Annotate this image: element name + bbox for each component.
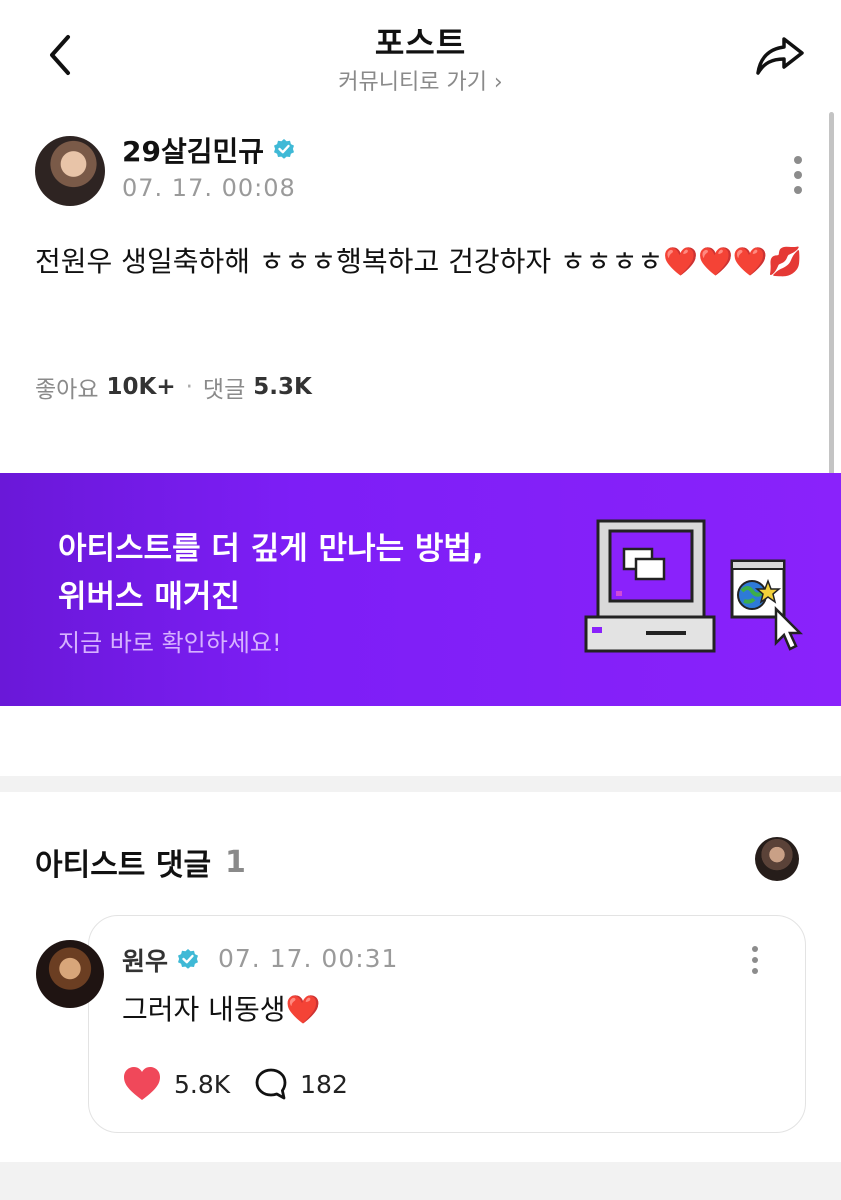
magazine-banner[interactable]: 아티스트를 더 깊게 만나는 방법, 위버스 매거진 지금 바로 확인하세요! (0, 473, 841, 706)
more-dot (752, 957, 758, 963)
comment-author-row[interactable]: 원우 (122, 942, 200, 978)
comment-author-avatar[interactable] (36, 940, 104, 1008)
more-vertical-icon (752, 946, 758, 952)
banner-headline-line1: 아티스트를 더 깊게 만나는 방법, (58, 531, 484, 567)
comments-count[interactable]: 5.3K (253, 374, 312, 400)
more-dot (794, 171, 802, 179)
artist-comments-title: 아티스트 댓글 (35, 848, 212, 883)
author-name-row[interactable]: 29살김민규 (122, 130, 296, 170)
more-dot (794, 186, 802, 194)
post-timestamp: 07. 17. 00:08 (122, 174, 296, 202)
heart-icon[interactable] (122, 1066, 162, 1102)
page-title: 포스트 (374, 24, 467, 62)
comment-more-button[interactable] (743, 946, 767, 974)
comment-like-count: 5.8K (174, 1069, 231, 1099)
more-dot (752, 968, 758, 974)
section-divider (0, 776, 841, 792)
more-vertical-icon (794, 156, 802, 164)
verified-badge-icon (274, 139, 295, 159)
community-link[interactable]: 커뮤니티로 가기 › (0, 64, 841, 96)
artist-comments-header: 아티스트 댓글 1 (35, 840, 246, 884)
likes-count: 10K+ (106, 374, 176, 400)
retro-computer-illustration (584, 519, 804, 653)
comment-timestamp: 07. 17. 00:31 (218, 944, 399, 973)
comment-bubble-icon[interactable] (254, 1067, 288, 1101)
comment-reply-count: 182 (300, 1069, 348, 1099)
post-body: 전원우 생일축하해 ㅎㅎㅎ행복하고 건강하자 ㅎㅎㅎㅎ❤️❤️❤️💋 (35, 245, 803, 278)
artist-comments-count: 1 (225, 844, 246, 880)
banner-subtitle: 지금 바로 확인하세요! (58, 629, 282, 657)
top-header: 포스트 커뮤니티로 가기 › (0, 0, 841, 110)
post-stats: 좋아요 10K+ · 댓글 5.3K (35, 370, 312, 404)
post-more-button[interactable] (786, 156, 810, 194)
banner-headline-line2: 위버스 매거진 (58, 579, 240, 615)
likes-label: 좋아요 (35, 377, 99, 403)
comment-actions: 5.8K 182 (122, 1066, 348, 1102)
share-icon (756, 37, 804, 75)
verified-badge-icon (178, 949, 199, 969)
artist-avatar-filter[interactable] (755, 837, 799, 881)
comment-author-name: 원우 (122, 947, 169, 976)
comment-text: 그러자 내동생❤️ (122, 993, 321, 1026)
share-button[interactable] (752, 30, 808, 80)
bottom-divider (0, 1162, 841, 1200)
stats-separator: · (185, 374, 193, 400)
comments-label[interactable]: 댓글 (203, 370, 245, 404)
author-name: 29살김민규 (122, 135, 265, 168)
author-avatar[interactable] (35, 136, 105, 206)
